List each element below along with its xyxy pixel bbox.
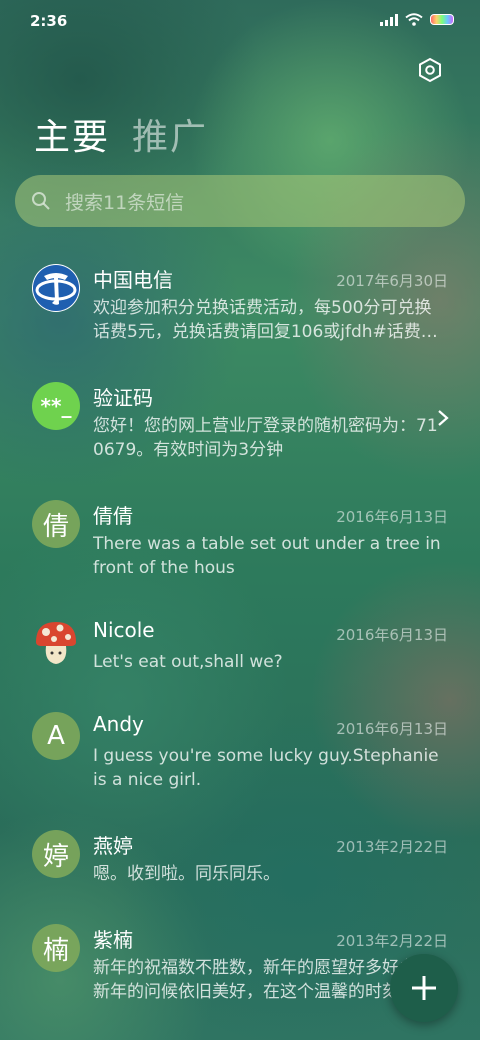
tab-promotions[interactable]: 推广 bbox=[132, 108, 208, 160]
search-placeholder: 搜索11条短信 bbox=[65, 191, 185, 214]
conversation-item[interactable]: Nicole 2016年6月13日 Let's eat out,shall we… bbox=[0, 600, 480, 694]
message-preview: 嗯。收到啦。同乐同乐。 bbox=[93, 864, 280, 884]
new-message-button[interactable] bbox=[390, 954, 458, 1022]
contact-name: Andy bbox=[93, 712, 144, 736]
wifi-icon bbox=[405, 13, 423, 26]
system-icons bbox=[380, 13, 454, 26]
contact-name: 燕婷 bbox=[93, 834, 133, 858]
conversation-list: 中国电信 2017年6月30日 欢迎参加积分兑换话费活动，每500分可兑换话费5… bbox=[0, 246, 480, 1024]
tab-bar: 主要 推广 bbox=[34, 108, 208, 160]
china-telecom-logo-icon bbox=[32, 264, 80, 312]
avatar: A bbox=[32, 712, 80, 760]
conversation-item[interactable]: A Andy 2016年6月13日 I guess you're some lu… bbox=[0, 694, 480, 812]
contact-name: 验证码 bbox=[93, 386, 153, 410]
message-date: 2013年2月22日 bbox=[336, 838, 448, 856]
message-preview: 您好！您的网上营业厅登录的随机密码为：710679。有效时间为3分钟 bbox=[93, 416, 438, 460]
contact-name: 中国电信 bbox=[93, 268, 173, 292]
avatar: 婷 bbox=[32, 830, 80, 878]
tab-primary[interactable]: 主要 bbox=[34, 108, 110, 160]
avatar: 楠 bbox=[32, 924, 80, 972]
message-preview: Let's eat out,shall we? bbox=[93, 652, 283, 672]
avatar: 倩 bbox=[32, 500, 80, 548]
conversation-item[interactable]: 倩 倩倩 2016年6月13日 There was a table set ou… bbox=[0, 482, 480, 600]
search-input[interactable]: 搜索11条短信 bbox=[15, 175, 465, 227]
message-date: 2016年6月13日 bbox=[336, 720, 448, 738]
settings-button[interactable] bbox=[414, 54, 446, 86]
conversation-item[interactable]: 婷 燕婷 2013年2月22日 嗯。收到啦。同乐同乐。 bbox=[0, 812, 480, 906]
conversation-item[interactable]: 中国电信 2017年6月30日 欢迎参加积分兑换话费活动，每500分可兑换话费5… bbox=[0, 246, 480, 364]
contact-name: Nicole bbox=[93, 618, 155, 642]
status-time: 2:36 bbox=[30, 12, 68, 30]
message-preview: 欢迎参加积分兑换话费活动，每500分可兑换话费5元，兑换话费请回复106或jfd… bbox=[93, 298, 438, 342]
message-date: 2016年6月13日 bbox=[336, 508, 448, 526]
contact-name: 紫楠 bbox=[93, 928, 133, 952]
status-bar: 2:36 bbox=[0, 0, 480, 40]
avatar: **_ bbox=[32, 382, 80, 430]
conversation-item[interactable]: **_ 验证码 您好！您的网上营业厅登录的随机密码为：710679。有效时间为3… bbox=[0, 364, 480, 482]
chevron-right-icon[interactable] bbox=[436, 408, 450, 428]
search-icon bbox=[32, 192, 50, 210]
message-date: 2017年6月30日 bbox=[336, 272, 448, 290]
plus-icon bbox=[412, 976, 436, 1000]
battery-icon bbox=[430, 14, 454, 25]
message-date: 2016年6月13日 bbox=[336, 626, 448, 644]
message-preview: There was a table set out under a tree i… bbox=[93, 534, 441, 578]
message-date: 2013年2月22日 bbox=[336, 932, 448, 950]
message-preview: I guess you're some lucky guy.Stephanie … bbox=[93, 746, 439, 790]
settings-hexagon-icon bbox=[419, 57, 441, 83]
signal-icon bbox=[380, 13, 398, 26]
mushroom-icon bbox=[32, 618, 80, 666]
contact-name: 倩倩 bbox=[93, 504, 133, 528]
